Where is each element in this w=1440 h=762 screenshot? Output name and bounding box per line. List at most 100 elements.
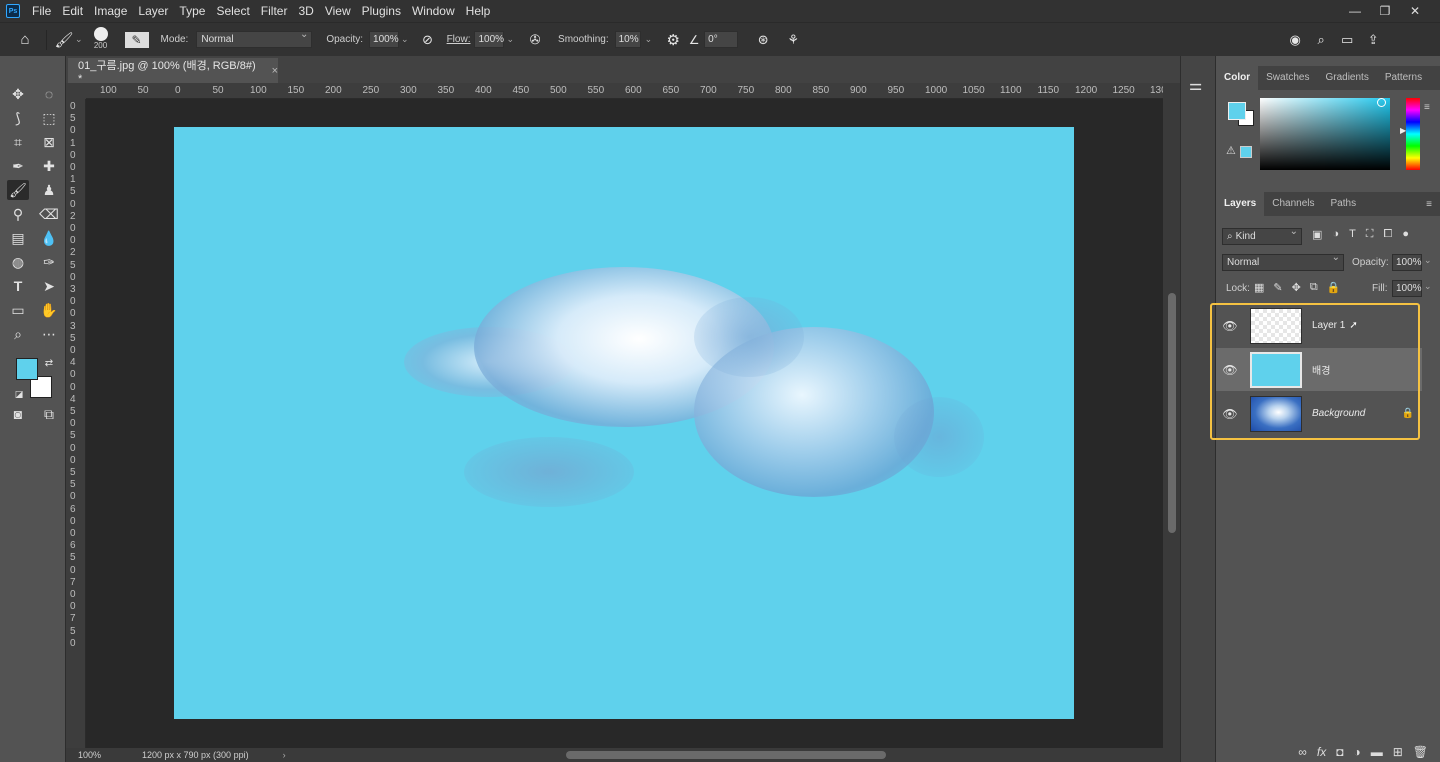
object-select-tool-icon[interactable]: ⬚ [38, 108, 60, 128]
lock-icon[interactable]: 🔒 [1402, 408, 1414, 419]
menu-type[interactable]: Type [179, 4, 205, 18]
menu-plugins[interactable]: Plugins [362, 4, 401, 18]
history-brush-tool-icon[interactable]: ⚲ [7, 204, 29, 224]
default-colors-icon[interactable]: ◪ [12, 384, 26, 404]
properties-panel-icon[interactable]: ⚌ [1189, 76, 1202, 94]
layer-opacity-input[interactable]: 100% [1392, 254, 1422, 271]
angle-input[interactable]: 0° [704, 31, 739, 48]
menu-image[interactable]: Image [94, 4, 127, 18]
tab-layers[interactable]: Layers [1216, 192, 1265, 216]
tab-channels[interactable]: Channels [1264, 192, 1322, 216]
layer-style-fx-icon[interactable]: fx [1317, 745, 1326, 759]
fg-color-chip[interactable] [1228, 102, 1246, 120]
lasso-tool-icon[interactable]: ⟆ [7, 108, 29, 128]
tab-patterns[interactable]: Patterns [1377, 66, 1430, 90]
marquee-tool-icon[interactable]: ◌ [38, 84, 60, 104]
panel-menu-icon[interactable]: ≡ [1424, 102, 1430, 113]
adjustment-layer-icon[interactable]: ◑ [1353, 745, 1360, 759]
brush-preset-picker[interactable]: 200 [83, 25, 119, 55]
document-tab[interactable]: 01_구름.jpg @ 100% (배경, RGB/8#) * × [68, 58, 278, 85]
new-group-icon[interactable]: ▬ [1371, 745, 1383, 759]
brush-tool-icon[interactable]: 🖌 [7, 180, 29, 200]
visibility-eye-icon[interactable]: 👁 [1216, 407, 1244, 421]
brush-settings-icon[interactable]: ✎ [124, 31, 149, 48]
smoothing-dropdown-icon[interactable]: ⌄ [645, 34, 653, 45]
opacity-input[interactable]: 100% [369, 31, 400, 48]
menu-view[interactable]: View [325, 4, 351, 18]
filter-shape-icon[interactable]: ⛶ [1366, 228, 1374, 241]
crop-tool-icon[interactable]: ⌗ [7, 132, 29, 152]
stamp-tool-icon[interactable]: ♟ [38, 180, 60, 200]
lock-transparent-icon[interactable]: ▦ [1254, 281, 1264, 294]
pressure-opacity-icon[interactable]: ⊘ [415, 32, 441, 48]
path-select-tool-icon[interactable]: ➤ [38, 276, 60, 296]
swap-colors-icon[interactable]: ⇄ [42, 354, 56, 374]
menu-help[interactable]: Help [466, 4, 491, 18]
frame-tool-icon[interactable]: ⊠ [38, 132, 60, 152]
menu-window[interactable]: Window [412, 4, 455, 18]
visibility-eye-icon[interactable]: 👁 [1216, 319, 1244, 333]
menu-3d[interactable]: 3D [298, 4, 313, 18]
airbrush-icon[interactable]: ✇ [522, 32, 548, 48]
eraser-tool-icon[interactable]: ⌫ [38, 204, 60, 224]
healing-tool-icon[interactable]: ✚ [38, 156, 60, 176]
color-picker-cursor[interactable] [1377, 98, 1386, 107]
foreground-color-swatch[interactable] [16, 358, 38, 380]
smoothing-input[interactable]: 10% [614, 31, 641, 48]
zoom-level[interactable]: 100% [78, 750, 128, 760]
mode-select[interactable]: Normal [196, 29, 313, 48]
menu-layer[interactable]: Layer [138, 4, 168, 18]
layer-blend-mode-select[interactable]: Normal [1222, 252, 1344, 271]
flow-input[interactable]: 100% [474, 31, 505, 48]
tab-color[interactable]: Color [1216, 66, 1259, 90]
menu-file[interactable]: File [32, 4, 51, 18]
brush-tool-icon[interactable]: 🖌 [53, 31, 75, 49]
tab-swatches[interactable]: Swatches [1258, 66, 1317, 90]
filter-toggle-icon[interactable]: ● [1402, 228, 1409, 241]
pressure-size-icon[interactable]: ⊛ [750, 32, 776, 48]
filter-adjustment-icon[interactable]: ◑ [1332, 228, 1339, 241]
close-tab-icon[interactable]: × [272, 65, 278, 77]
new-layer-icon[interactable]: ⊞ [1393, 745, 1403, 759]
flow-dropdown-icon[interactable]: ⌄ [506, 34, 514, 45]
dodge-tool-icon[interactable]: ◍ [7, 252, 29, 272]
delete-layer-icon[interactable]: 🗑 [1413, 745, 1428, 759]
eyedropper-tool-icon[interactable]: ✒ [7, 156, 29, 176]
status-expand-icon[interactable]: › [283, 750, 286, 760]
layer-row-baegyeong[interactable]: 👁 배경 [1216, 348, 1422, 391]
document-workspace[interactable] [86, 99, 1163, 748]
more-tools-icon[interactable]: ⋯ [38, 324, 60, 344]
chevron-down-icon[interactable]: ⌄ [75, 34, 83, 45]
zoom-tool-icon[interactable]: ⌕ [7, 324, 29, 344]
tab-paths[interactable]: Paths [1323, 192, 1365, 216]
home-icon[interactable]: ⌂ [10, 31, 40, 48]
type-tool-icon[interactable]: T [7, 276, 29, 296]
layer-filter-kind-select[interactable]: ⌕ Kind [1222, 226, 1302, 245]
pen-tool-icon[interactable]: ✑ [38, 252, 60, 272]
add-mask-icon[interactable]: ◘ [1336, 745, 1343, 759]
filter-type-icon[interactable]: T [1349, 228, 1356, 241]
gear-icon[interactable]: ⚙ [660, 31, 686, 49]
blur-tool-icon[interactable]: 💧 [38, 228, 60, 248]
hand-tool-icon[interactable]: ✋ [38, 300, 60, 320]
close-button[interactable]: ✕ [1400, 4, 1430, 18]
horizontal-scrollbar-thumb[interactable] [566, 751, 886, 759]
lock-all-icon[interactable]: 🔒 [1327, 281, 1341, 294]
lock-image-icon[interactable]: ✎ [1273, 281, 1282, 294]
vertical-scrollbar-thumb[interactable] [1168, 293, 1176, 533]
layer-opacity-dropdown-icon[interactable]: ⌄ [1424, 255, 1432, 266]
hue-slider[interactable] [1406, 98, 1420, 170]
quick-mask-icon[interactable]: ◙ [7, 404, 29, 424]
opacity-dropdown-icon[interactable]: ⌄ [401, 34, 409, 45]
filter-pixel-icon[interactable]: ▣ [1312, 228, 1322, 241]
layers-panel-menu-icon[interactable]: ≡ [1426, 199, 1432, 210]
layer-row-background[interactable]: 👁 Background 🔒 [1216, 392, 1420, 435]
symmetry-icon[interactable]: ⚘ [780, 32, 806, 48]
search-icon[interactable]: ⌕ [1308, 32, 1334, 48]
menu-edit[interactable]: Edit [62, 4, 83, 18]
menu-select[interactable]: Select [216, 4, 249, 18]
move-tool-icon[interactable]: ✥ [7, 84, 29, 104]
link-layers-icon[interactable]: ∞ [1298, 745, 1307, 759]
hue-slider-arrow-icon[interactable]: ▶ [1400, 126, 1406, 135]
tab-gradients[interactable]: Gradients [1317, 66, 1376, 90]
